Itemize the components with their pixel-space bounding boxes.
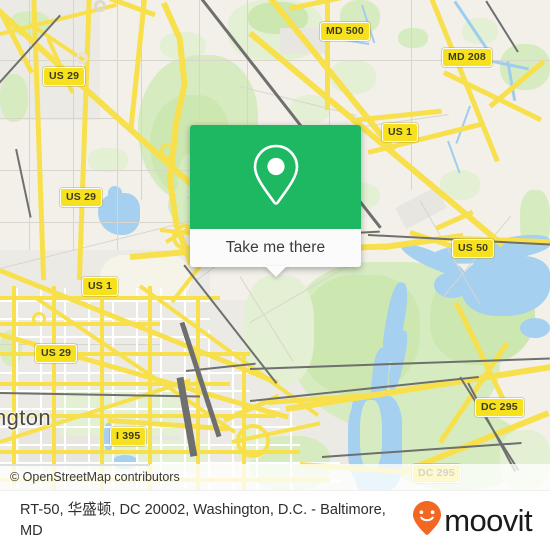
highway-shield-us-50-east: US 50 <box>452 239 495 258</box>
map-attribution[interactable]: © OpenStreetMap contributors <box>0 464 550 490</box>
footer-bar: RT-50, 华盛顿, DC 20002, Washington, D.C. -… <box>0 490 550 550</box>
callout-tail <box>264 266 287 277</box>
highway-shield-dc-295-north: DC 295 <box>475 398 524 417</box>
highway-shield-us-1-north: US 1 <box>382 123 419 142</box>
location-callout-card[interactable]: Take me there <box>190 125 361 277</box>
address-text: RT-50, 华盛顿, DC 20002, Washington, D.C. -… <box>20 501 386 539</box>
card-pin-area <box>190 125 361 229</box>
highway-shield-us-29-north: US 29 <box>43 67 86 86</box>
map-pin-icon <box>250 142 302 213</box>
take-me-there-button[interactable]: Take me there <box>190 229 361 277</box>
highway-shield-i-395: I 395 <box>110 427 147 446</box>
moovit-pin-icon <box>412 500 442 541</box>
highway-shield-md-500: MD 500 <box>320 22 370 41</box>
moovit-logo[interactable]: moovit <box>412 500 550 541</box>
take-me-there-label: Take me there <box>225 239 326 256</box>
map-screenshot: ngton MD 500 MD 208 US 29 US 1 US 29 US … <box>0 0 550 550</box>
highway-shield-us-29-mid: US 29 <box>60 188 103 207</box>
attribution-text: © OpenStreetMap contributors <box>10 470 180 484</box>
moovit-wordmark: moovit <box>444 502 532 538</box>
highway-shield-us-29-south: US 29 <box>35 344 78 363</box>
highway-shield-md-208: MD 208 <box>442 48 492 67</box>
highway-shield-us-1-central: US 1 <box>82 277 119 296</box>
place-label-washington: ngton <box>0 405 52 430</box>
